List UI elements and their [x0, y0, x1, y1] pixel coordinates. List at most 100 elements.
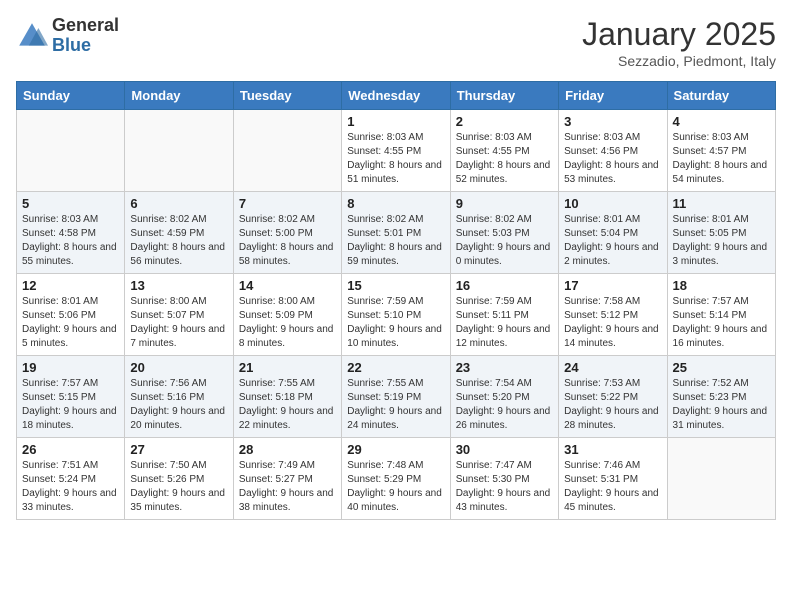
day-info: Sunrise: 8:03 AM Sunset: 4:55 PM Dayligh… — [456, 131, 553, 187]
calendar-cell — [667, 438, 775, 520]
calendar-cell: 3 Sunrise: 8:03 AM Sunset: 4:56 PM Daylig… — [559, 110, 667, 192]
day-info: Sunrise: 7:52 AM Sunset: 5:23 PM Dayligh… — [673, 377, 770, 433]
calendar-cell: 19 Sunrise: 7:57 AM Sunset: 5:15 PM Dayli… — [17, 356, 125, 438]
day-info: Sunrise: 8:03 AM Sunset: 4:55 PM Dayligh… — [347, 131, 444, 187]
day-number: 28 — [239, 442, 336, 457]
logo-text: General Blue — [52, 16, 119, 56]
day-info: Sunrise: 7:49 AM Sunset: 5:27 PM Dayligh… — [239, 459, 336, 515]
calendar-cell: 1 Sunrise: 8:03 AM Sunset: 4:55 PM Daylig… — [342, 110, 450, 192]
calendar-cell: 23 Sunrise: 7:54 AM Sunset: 5:20 PM Dayli… — [450, 356, 558, 438]
day-number: 27 — [130, 442, 227, 457]
day-info: Sunrise: 7:57 AM Sunset: 5:14 PM Dayligh… — [673, 295, 770, 351]
day-number: 9 — [456, 196, 553, 211]
day-number: 16 — [456, 278, 553, 293]
day-number: 20 — [130, 360, 227, 375]
day-number: 12 — [22, 278, 119, 293]
day-info: Sunrise: 8:01 AM Sunset: 5:06 PM Dayligh… — [22, 295, 119, 351]
day-number: 31 — [564, 442, 661, 457]
day-number: 13 — [130, 278, 227, 293]
calendar-cell — [233, 110, 341, 192]
day-info: Sunrise: 7:58 AM Sunset: 5:12 PM Dayligh… — [564, 295, 661, 351]
day-info: Sunrise: 8:03 AM Sunset: 4:57 PM Dayligh… — [673, 131, 770, 187]
day-header-thursday: Thursday — [450, 82, 558, 110]
calendar-cell: 17 Sunrise: 7:58 AM Sunset: 5:12 PM Dayli… — [559, 274, 667, 356]
calendar-cell: 11Sunrise: 8:01 AM Sunset: 5:05 PM Dayli… — [667, 192, 775, 274]
day-number: 2 — [456, 114, 553, 129]
day-info: Sunrise: 8:01 AM Sunset: 5:04 PM Dayligh… — [564, 213, 661, 269]
day-info: Sunrise: 7:59 AM Sunset: 5:11 PM Dayligh… — [456, 295, 553, 351]
day-number: 19 — [22, 360, 119, 375]
day-info: Sunrise: 8:03 AM Sunset: 4:56 PM Dayligh… — [564, 131, 661, 187]
day-info: Sunrise: 7:47 AM Sunset: 5:30 PM Dayligh… — [456, 459, 553, 515]
day-info: Sunrise: 8:02 AM Sunset: 4:59 PM Dayligh… — [130, 213, 227, 269]
day-info: Sunrise: 8:02 AM Sunset: 5:03 PM Dayligh… — [456, 213, 553, 269]
day-number: 15 — [347, 278, 444, 293]
day-number: 25 — [673, 360, 770, 375]
calendar-cell: 22 Sunrise: 7:55 AM Sunset: 5:19 PM Dayli… — [342, 356, 450, 438]
calendar-cell — [17, 110, 125, 192]
calendar-cell: 28 Sunrise: 7:49 AM Sunset: 5:27 PM Dayli… — [233, 438, 341, 520]
calendar-cell: 25 Sunrise: 7:52 AM Sunset: 5:23 PM Dayli… — [667, 356, 775, 438]
day-header-tuesday: Tuesday — [233, 82, 341, 110]
calendar-cell — [125, 110, 233, 192]
calendar-cell: 27 Sunrise: 7:50 AM Sunset: 5:26 PM Dayli… — [125, 438, 233, 520]
calendar-cell: 30 Sunrise: 7:47 AM Sunset: 5:30 PM Dayli… — [450, 438, 558, 520]
day-number: 7 — [239, 196, 336, 211]
calendar-cell: 12 Sunrise: 8:01 AM Sunset: 5:06 PM Dayli… — [17, 274, 125, 356]
day-number: 11 — [673, 196, 770, 211]
day-number: 26 — [22, 442, 119, 457]
calendar-cell: 7 Sunrise: 8:02 AM Sunset: 5:00 PM Daylig… — [233, 192, 341, 274]
day-header-sunday: Sunday — [17, 82, 125, 110]
day-number: 24 — [564, 360, 661, 375]
calendar-week-2: 5 Sunrise: 8:03 AM Sunset: 4:58 PM Daylig… — [17, 192, 776, 274]
day-header-monday: Monday — [125, 82, 233, 110]
day-number: 29 — [347, 442, 444, 457]
day-number: 21 — [239, 360, 336, 375]
day-number: 3 — [564, 114, 661, 129]
day-info: Sunrise: 7:51 AM Sunset: 5:24 PM Dayligh… — [22, 459, 119, 515]
day-number: 14 — [239, 278, 336, 293]
calendar-table: SundayMondayTuesdayWednesdayThursdayFrid… — [16, 81, 776, 520]
calendar-cell: 13 Sunrise: 8:00 AM Sunset: 5:07 PM Dayli… — [125, 274, 233, 356]
day-info: Sunrise: 7:55 AM Sunset: 5:19 PM Dayligh… — [347, 377, 444, 433]
day-info: Sunrise: 7:53 AM Sunset: 5:22 PM Dayligh… — [564, 377, 661, 433]
day-info: Sunrise: 8:03 AM Sunset: 4:58 PM Dayligh… — [22, 213, 119, 269]
day-info: Sunrise: 7:46 AM Sunset: 5:31 PM Dayligh… — [564, 459, 661, 515]
calendar-week-4: 19 Sunrise: 7:57 AM Sunset: 5:15 PM Dayli… — [17, 356, 776, 438]
day-info: Sunrise: 8:00 AM Sunset: 5:07 PM Dayligh… — [130, 295, 227, 351]
day-number: 30 — [456, 442, 553, 457]
day-number: 1 — [347, 114, 444, 129]
title-block: January 2025 Sezzadio, Piedmont, Italy — [582, 16, 776, 69]
day-number: 23 — [456, 360, 553, 375]
day-number: 10 — [564, 196, 661, 211]
day-number: 22 — [347, 360, 444, 375]
logo-icon — [16, 20, 48, 52]
month-title: January 2025 — [582, 16, 776, 53]
calendar-cell: 31 Sunrise: 7:46 AM Sunset: 5:31 PM Dayli… — [559, 438, 667, 520]
calendar-week-1: 1 Sunrise: 8:03 AM Sunset: 4:55 PM Daylig… — [17, 110, 776, 192]
day-info: Sunrise: 8:02 AM Sunset: 5:00 PM Dayligh… — [239, 213, 336, 269]
location-subtitle: Sezzadio, Piedmont, Italy — [582, 53, 776, 69]
day-info: Sunrise: 8:02 AM Sunset: 5:01 PM Dayligh… — [347, 213, 444, 269]
day-info: Sunrise: 7:50 AM Sunset: 5:26 PM Dayligh… — [130, 459, 227, 515]
calendar-week-5: 26 Sunrise: 7:51 AM Sunset: 5:24 PM Dayli… — [17, 438, 776, 520]
calendar-cell: 5 Sunrise: 8:03 AM Sunset: 4:58 PM Daylig… — [17, 192, 125, 274]
calendar-cell: 16 Sunrise: 7:59 AM Sunset: 5:11 PM Dayli… — [450, 274, 558, 356]
day-number: 4 — [673, 114, 770, 129]
day-number: 6 — [130, 196, 227, 211]
calendar-cell: 29 Sunrise: 7:48 AM Sunset: 5:29 PM Dayli… — [342, 438, 450, 520]
day-info: Sunrise: 7:48 AM Sunset: 5:29 PM Dayligh… — [347, 459, 444, 515]
calendar-cell: 6 Sunrise: 8:02 AM Sunset: 4:59 PM Daylig… — [125, 192, 233, 274]
day-info: Sunrise: 7:57 AM Sunset: 5:15 PM Dayligh… — [22, 377, 119, 433]
calendar-week-3: 12 Sunrise: 8:01 AM Sunset: 5:06 PM Dayli… — [17, 274, 776, 356]
day-info: Sunrise: 7:54 AM Sunset: 5:20 PM Dayligh… — [456, 377, 553, 433]
day-header-saturday: Saturday — [667, 82, 775, 110]
day-number: 5 — [22, 196, 119, 211]
calendar-cell: 24 Sunrise: 7:53 AM Sunset: 5:22 PM Dayli… — [559, 356, 667, 438]
day-number: 17 — [564, 278, 661, 293]
calendar-cell: 4 Sunrise: 8:03 AM Sunset: 4:57 PM Daylig… — [667, 110, 775, 192]
calendar-cell: 21Sunrise: 7:55 AM Sunset: 5:18 PM Dayli… — [233, 356, 341, 438]
calendar-cell: 10 Sunrise: 8:01 AM Sunset: 5:04 PM Dayli… — [559, 192, 667, 274]
calendar-cell: 18Sunrise: 7:57 AM Sunset: 5:14 PM Dayli… — [667, 274, 775, 356]
day-info: Sunrise: 7:56 AM Sunset: 5:16 PM Dayligh… — [130, 377, 227, 433]
